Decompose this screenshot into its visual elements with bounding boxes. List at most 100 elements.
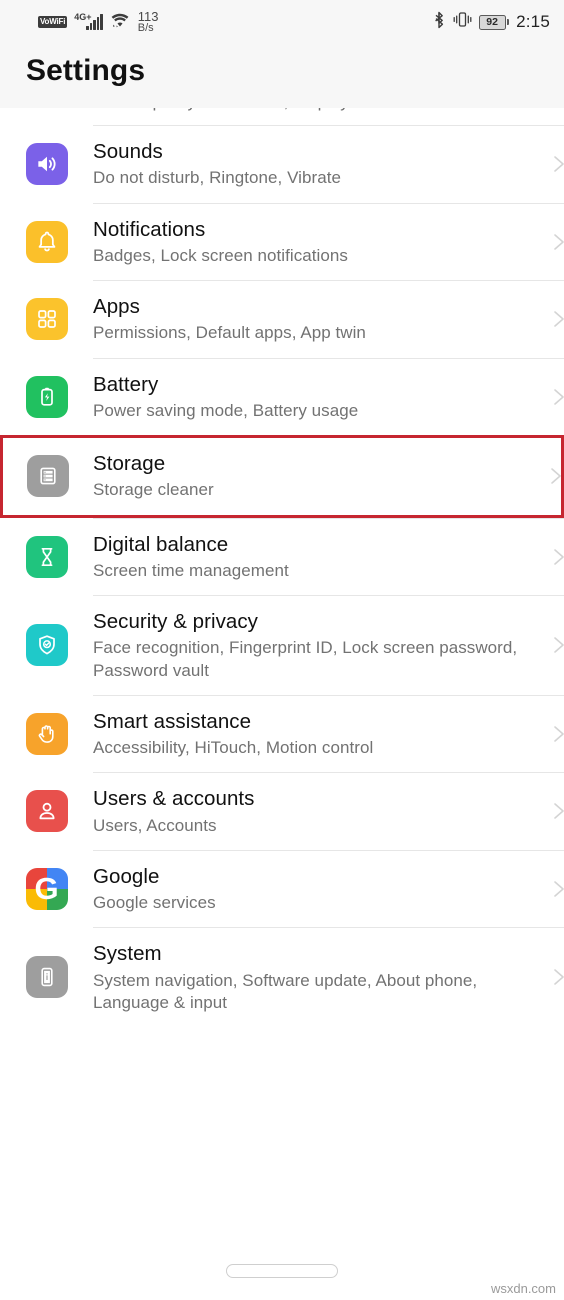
phone-info-icon (25, 956, 68, 999)
chevron-right-icon (550, 968, 564, 986)
row-icon-container: G (0, 867, 93, 910)
status-bar-clock: 2:15 (516, 12, 550, 31)
row-subtitle: System navigation, Software update, Abou… (93, 970, 478, 1012)
row-title: System (93, 942, 162, 966)
bluetooth-icon (433, 11, 446, 34)
google-g-letter: G (34, 871, 59, 907)
row-title: Smart assistance (93, 709, 252, 733)
row-text-container: Notifications Badges, Lock screen notifi… (93, 217, 564, 268)
row-title: Sounds (93, 140, 163, 163)
settings-row-battery[interactable]: Battery Power saving mode, Battery usage (0, 358, 564, 435)
row-icon-container (0, 535, 93, 578)
status-bar-right: 92 2:15 (433, 11, 550, 34)
settings-row-google[interactable]: G Google Google services (0, 850, 564, 928)
row-text-container: Google Google services (93, 864, 564, 915)
row-icon-container (3, 455, 93, 498)
hand-icon (25, 712, 68, 755)
settings-row-storage[interactable]: Storage Storage cleaner (0, 435, 564, 518)
row-title: Google (93, 864, 160, 888)
row-text-container: Security & privacy Face recognition, Fin… (93, 609, 564, 682)
row-title: Apps (93, 295, 140, 318)
settings-row-notifications[interactable]: Notifications Badges, Lock screen notifi… (0, 203, 564, 280)
watermark: wsxdn.com (490, 1281, 556, 1296)
settings-row-sounds[interactable]: Sounds Do not disturb, Ringtone, Vibrate (0, 126, 564, 203)
row-text-container: Storage Storage cleaner (93, 451, 561, 502)
network-generation-label: 4G+ (74, 12, 92, 22)
row-subtitle: Google services (93, 893, 216, 912)
row-icon-container (0, 956, 93, 999)
chevron-right-icon (550, 310, 564, 328)
network-speed-indicator: 113 B/s (138, 10, 159, 34)
row-text-container: Users & accounts Users, Accounts (93, 786, 564, 837)
row-title: Notifications (93, 217, 206, 241)
google-g-icon: G (25, 867, 68, 910)
settings-row-system[interactable]: System System navigation, Software updat… (0, 928, 564, 1027)
settings-row-apps[interactable]: Apps Permissions, Default apps, App twin (0, 281, 564, 358)
row-icon-container (0, 375, 93, 418)
row-icon-container (0, 298, 93, 341)
row-icon-container (0, 624, 93, 667)
row-title: Battery (93, 372, 159, 396)
storage-list-icon (27, 455, 69, 498)
row-text-container: Sounds Do not disturb, Ringtone, Vibrate (93, 139, 564, 190)
row-icon-container (0, 790, 93, 833)
settings-row-security-privacy[interactable]: Security & privacy Face recognition, Fin… (0, 596, 564, 695)
row-subtitle: Power saving mode, Battery usage (93, 400, 359, 420)
sound-speaker-icon (25, 143, 68, 186)
chevron-right-icon (550, 880, 564, 898)
row-text-container: Digital balance Screen time management (93, 532, 564, 583)
chevron-right-icon (547, 467, 564, 485)
chevron-right-icon (550, 725, 564, 743)
apps-grid-icon (25, 298, 68, 341)
vowifi-icon: VoWiFi (38, 16, 68, 28)
row-text-container: System System navigation, Software updat… (93, 941, 564, 1014)
settings-row-digital-balance[interactable]: Digital balance Screen time management (0, 518, 564, 595)
status-bar-left: VoWiFi 4G+ 113 B/s (38, 10, 158, 34)
page-title: Settings (26, 54, 146, 87)
settings-list[interactable]: Sound quality and effects, Display Sound… (0, 108, 564, 1242)
row-subtitle: Do not disturb, Ringtone, Vibrate (93, 168, 341, 188)
row-text-container: Smart assistance Accessibility, HiTouch,… (93, 709, 564, 760)
row-subtitle: Badges, Lock screen notifications (93, 245, 348, 265)
row-subtitle: Users, Accounts (93, 815, 217, 835)
network-speed-value: 113 (137, 8, 159, 24)
row-subtitle: Permissions, Default apps, App twin (93, 323, 366, 343)
gesture-home-pill[interactable] (226, 1264, 338, 1278)
wifi-icon (110, 12, 130, 33)
row-icon-container (0, 143, 93, 186)
row-title: Digital balance (93, 532, 229, 556)
row-title: Storage (93, 452, 166, 475)
phone-screen: VoWiFi 4G+ 113 B/s 92 2:15 Settings Soun… (0, 0, 564, 1300)
chevron-right-icon (550, 155, 564, 173)
battery-icon: 92 (478, 14, 510, 30)
chevron-right-icon (550, 636, 564, 654)
status-bar: VoWiFi 4G+ 113 B/s 92 2:15 (0, 0, 564, 44)
row-text-container: Battery Power saving mode, Battery usage (93, 372, 564, 423)
row-icon-container (0, 712, 93, 755)
settings-row-users-accounts[interactable]: Users & accounts Users, Accounts (0, 773, 564, 850)
hourglass-icon (25, 535, 68, 578)
settings-row-smart-assistance[interactable]: Smart assistance Accessibility, HiTouch,… (0, 695, 564, 773)
page-header: Settings (0, 44, 564, 108)
chevron-right-icon (550, 548, 564, 566)
bell-icon (25, 220, 68, 263)
person-icon (25, 790, 68, 833)
row-subtitle: Face recognition, Fingerprint ID, Lock s… (93, 638, 518, 680)
row-text-container: Apps Permissions, Default apps, App twin (93, 294, 564, 345)
battery-icon (25, 375, 68, 418)
vibrate-icon (453, 11, 472, 33)
navigation-bar: wsxdn.com (0, 1242, 564, 1300)
clipped-row-text: Sound quality and effects, Display (93, 108, 349, 112)
row-subtitle: Screen time management (93, 560, 289, 580)
network-speed-unit: B/s (137, 22, 154, 35)
cellular-signal-icon: 4G+ (74, 12, 103, 30)
chevron-right-icon (550, 802, 564, 820)
row-subtitle: Storage cleaner (93, 480, 214, 500)
row-title: Security & privacy (93, 610, 258, 633)
clipped-row-above: Sound quality and effects, Display (0, 108, 564, 125)
chevron-right-icon (550, 233, 564, 251)
row-title: Users & accounts (93, 787, 255, 811)
shield-check-icon (25, 624, 68, 667)
chevron-right-icon (550, 388, 564, 406)
row-icon-container (0, 220, 93, 263)
